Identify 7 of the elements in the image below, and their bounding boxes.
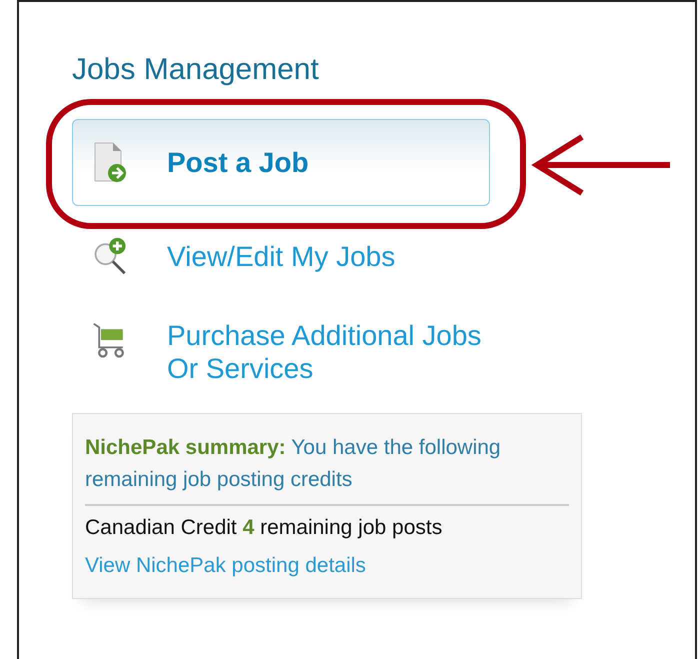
posting-details-link[interactable]: View NichePak posting details xyxy=(85,554,366,577)
section-title: Jobs Management xyxy=(72,52,320,88)
menu-item[interactable]: Post a Job xyxy=(72,119,490,206)
credit-text: Canadian Credit 4 remaining job posts xyxy=(85,516,444,540)
summary-text: NichePak summary: You have the following remaining job posting credits xyxy=(85,435,502,493)
menu-item[interactable]: View/Edit My Jobs xyxy=(72,224,490,288)
menu-item[interactable]: Purchase Additional Jobs Or Services xyxy=(72,288,490,386)
